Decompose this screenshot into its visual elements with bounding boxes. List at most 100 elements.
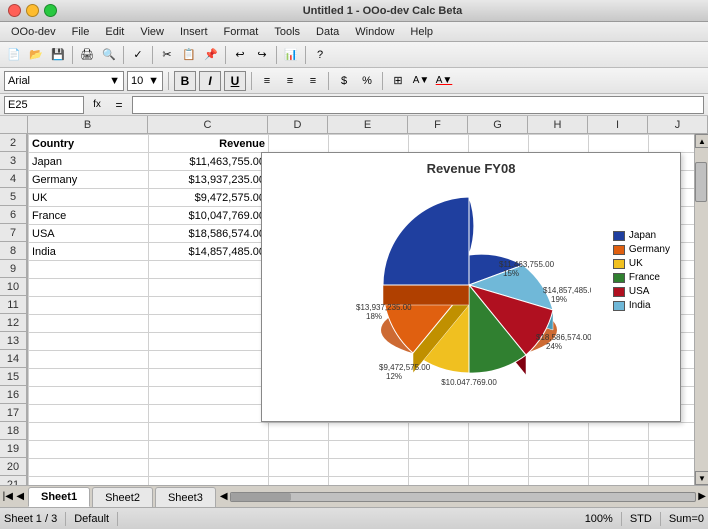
col-header-b[interactable]: B [28,116,148,134]
percent-icon[interactable]: % [357,71,377,91]
col-header-h[interactable]: H [528,116,588,134]
row-header-18[interactable]: 18 [0,422,27,440]
chart-icon[interactable]: 📊 [281,45,301,65]
row-header-4[interactable]: 4 [0,170,27,188]
menu-tools[interactable]: Tools [267,24,307,40]
row-header-9[interactable]: 9 [0,260,27,278]
col-header-g[interactable]: G [468,116,528,134]
tab-first-btn[interactable]: |◀ [2,491,14,502]
tab-prev-btn[interactable]: ◀ [15,491,27,502]
sum-icon[interactable]: = [109,95,129,115]
formula-input[interactable] [132,96,704,114]
font-dropdown-icon[interactable]: ▼ [109,75,120,87]
cell-reference-box[interactable]: E25 [4,96,84,114]
row-header-20[interactable]: 20 [0,458,27,476]
undo-icon[interactable]: ↩ [230,45,250,65]
hscroll-thumb[interactable] [231,493,291,501]
cell-b5[interactable]: UK [29,189,149,207]
cell-b2[interactable]: Country [29,135,149,153]
borders-icon[interactable]: ⊞ [388,71,408,91]
italic-button[interactable]: I [199,71,221,91]
cell-c2[interactable]: Revenue [149,135,269,153]
row-header-14[interactable]: 14 [0,350,27,368]
cell-f2[interactable] [409,135,469,153]
menu-ooodev[interactable]: OOo-dev [4,24,63,40]
align-center-icon[interactable]: ≡ [280,71,300,91]
col-header-d[interactable]: D [268,116,328,134]
scrollbar-down-btn[interactable]: ▼ [695,471,708,485]
row-header-12[interactable]: 12 [0,314,27,332]
menu-insert[interactable]: Insert [173,24,215,40]
hscroll-left-btn[interactable]: ◀ [220,491,228,502]
font-name-selector[interactable]: Arial ▼ [4,71,124,91]
cell-g2[interactable] [469,135,529,153]
print-preview-icon[interactable]: 🔍 [99,45,119,65]
scrollbar-up-btn[interactable]: ▲ [695,134,708,148]
minimize-button[interactable] [26,4,39,17]
cell-b4[interactable]: Germany [29,171,149,189]
cell-i2[interactable] [589,135,649,153]
paste-icon[interactable]: 📌 [201,45,221,65]
menu-data[interactable]: Data [309,24,346,40]
align-right-icon[interactable]: ≡ [303,71,323,91]
cell-d2[interactable] [269,135,329,153]
col-header-f[interactable]: F [408,116,468,134]
close-button[interactable] [8,4,21,17]
copy-icon[interactable]: 📋 [179,45,199,65]
cell-c5[interactable]: $9,472,575.00 [149,189,269,207]
help-icon[interactable]: ? [310,45,330,65]
row-header-11[interactable]: 11 [0,296,27,314]
chart-area[interactable]: Revenue FY08 [261,152,681,422]
spellcheck-icon[interactable]: ✓ [128,45,148,65]
menu-file[interactable]: File [65,24,97,40]
cell-b6[interactable]: France [29,207,149,225]
cell-b8[interactable]: India [29,243,149,261]
window-controls[interactable] [8,4,57,17]
align-left-icon[interactable]: ≡ [257,71,277,91]
tab-scroll-buttons[interactable]: |◀ ◀ [0,486,28,507]
row-header-17[interactable]: 17 [0,404,27,422]
hscroll-right-btn[interactable]: ▶ [698,491,706,502]
bg-color-icon[interactable]: A▼ [411,71,431,91]
horizontal-scrollbar[interactable]: ◀ ▶ [218,486,708,507]
row-header-3[interactable]: 3 [0,152,27,170]
font-size-selector[interactable]: 10 ▼ [127,71,163,91]
menu-edit[interactable]: Edit [98,24,131,40]
row-header-13[interactable]: 13 [0,332,27,350]
formula-controls[interactable]: fx = [87,95,129,115]
new-icon[interactable]: 📄 [4,45,24,65]
cut-icon[interactable]: ✂ [157,45,177,65]
menu-help[interactable]: Help [403,24,440,40]
sheet-tab-2[interactable]: Sheet2 [92,487,153,507]
save-icon[interactable]: 💾 [48,45,68,65]
row-header-19[interactable]: 19 [0,440,27,458]
cell-h2[interactable] [529,135,589,153]
size-dropdown-icon[interactable]: ▼ [148,75,159,87]
cell-b7[interactable]: USA [29,225,149,243]
redo-icon[interactable]: ↪ [252,45,272,65]
cell-c3[interactable]: $11,463,755.00 [149,153,269,171]
row-header-16[interactable]: 16 [0,386,27,404]
cell-c8[interactable]: $14,857,485.00 [149,243,269,261]
row-header-8[interactable]: 8 [0,242,27,260]
cell-c6[interactable]: $10,047,769.00 [149,207,269,225]
maximize-button[interactable] [44,4,57,17]
sheet-tab-3[interactable]: Sheet3 [155,487,216,507]
col-header-i[interactable]: I [588,116,648,134]
currency-icon[interactable]: $ [334,71,354,91]
col-header-j[interactable]: J [648,116,708,134]
cell-b9[interactable] [29,261,149,279]
cell-e2[interactable] [329,135,409,153]
col-header-c[interactable]: C [148,116,268,134]
menu-view[interactable]: View [133,24,171,40]
hscroll-track[interactable] [230,492,697,502]
scrollbar-thumb[interactable] [695,162,707,202]
underline-button[interactable]: U [224,71,246,91]
menu-format[interactable]: Format [217,24,266,40]
function-wizard-icon[interactable]: fx [87,95,107,115]
bold-button[interactable]: B [174,71,196,91]
row-header-7[interactable]: 7 [0,224,27,242]
row-header-15[interactable]: 15 [0,368,27,386]
open-icon[interactable]: 📂 [26,45,46,65]
vertical-scrollbar[interactable]: ▲ ▼ [694,134,708,485]
